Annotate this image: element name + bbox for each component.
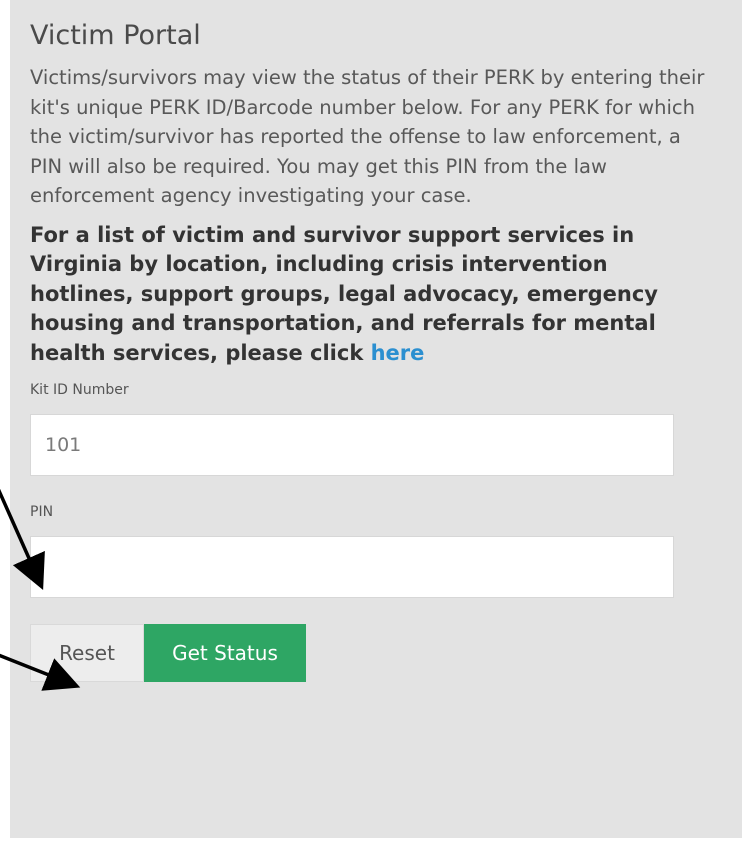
get-status-button[interactable]: Get Status xyxy=(144,624,306,683)
page-title: Victim Portal xyxy=(30,20,201,51)
pin-input[interactable] xyxy=(30,536,674,599)
victim-portal-panel: Victim Portal Victims/survivors may view… xyxy=(10,0,742,838)
form-buttons: Reset Get Status xyxy=(30,624,722,683)
kit-id-label: Kit ID Number xyxy=(30,382,129,399)
support-services-sentence: For a list of victim and survivor suppor… xyxy=(30,222,659,365)
support-services-text: For a list of victim and survivor suppor… xyxy=(30,221,710,369)
pin-label: PIN xyxy=(30,504,54,521)
reset-button[interactable]: Reset xyxy=(30,624,144,683)
intro-text: Victims/survivors may view the status of… xyxy=(30,66,705,207)
support-services-link[interactable]: here xyxy=(371,341,425,365)
kit-id-input[interactable] xyxy=(30,414,674,477)
